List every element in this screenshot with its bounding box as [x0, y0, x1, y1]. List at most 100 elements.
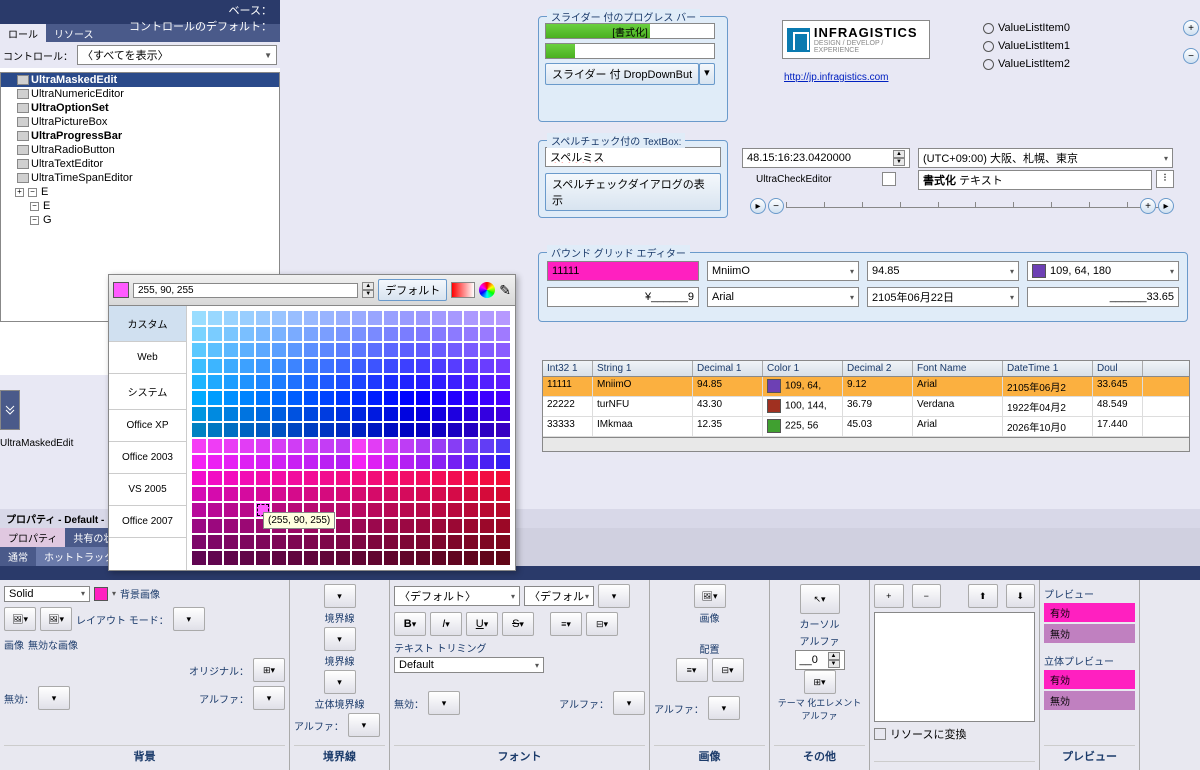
image-halign-button[interactable]: ≡▾	[676, 658, 708, 682]
color-cell[interactable]	[367, 502, 383, 518]
color-cell[interactable]	[399, 470, 415, 486]
color-cell[interactable]	[191, 502, 207, 518]
color-cell[interactable]	[255, 406, 271, 422]
color-cell[interactable]	[335, 326, 351, 342]
color-cell[interactable]	[351, 406, 367, 422]
color-cell[interactable]	[335, 422, 351, 438]
tab-resource[interactable]: リソース	[46, 24, 102, 42]
color-cell[interactable]	[479, 342, 495, 358]
collapse-handle[interactable]	[0, 390, 20, 430]
color-cell[interactable]	[463, 534, 479, 550]
font-disabled-button[interactable]: ▾	[428, 691, 460, 715]
color-cell[interactable]	[191, 550, 207, 566]
color-cell[interactable]	[207, 486, 223, 502]
slider-dropdown-button[interactable]: スライダー 付 DropDownBut ▾	[545, 63, 715, 85]
font-family-combo[interactable]: 〈デフォルト〉▾	[394, 586, 520, 606]
color-cell[interactable]	[415, 374, 431, 390]
color-cell[interactable]	[255, 326, 271, 342]
color-cell[interactable]	[367, 342, 383, 358]
color-cell[interactable]	[191, 310, 207, 326]
color-cell[interactable]	[415, 502, 431, 518]
double-field[interactable]: ______33.65	[1027, 287, 1179, 307]
color-cell[interactable]	[239, 502, 255, 518]
add-resource-button[interactable]: +	[874, 584, 904, 608]
color-cell[interactable]	[287, 358, 303, 374]
border-3d-button[interactable]: ▾	[324, 670, 356, 694]
color-cell[interactable]	[383, 358, 399, 374]
color-cell[interactable]	[495, 454, 511, 470]
color-cell[interactable]	[415, 342, 431, 358]
color-cell[interactable]	[479, 454, 495, 470]
color-cell[interactable]	[335, 534, 351, 550]
color-cell[interactable]	[367, 422, 383, 438]
color-cell[interactable]	[239, 438, 255, 454]
color-cell[interactable]	[495, 550, 511, 566]
color-cell[interactable]	[303, 550, 319, 566]
bold-button[interactable]: B▾	[394, 612, 426, 636]
color-cell[interactable]	[399, 502, 415, 518]
color-cell[interactable]	[207, 326, 223, 342]
color-cell[interactable]	[255, 422, 271, 438]
table-cell[interactable]: 22222	[543, 397, 593, 416]
remove-resource-button[interactable]: −	[912, 584, 942, 608]
table-cell[interactable]: 94.85	[693, 377, 763, 396]
date-dropdown[interactable]: 2105年06月22日▾	[867, 287, 1019, 307]
color-cell[interactable]	[223, 534, 239, 550]
color-cell[interactable]	[319, 486, 335, 502]
color-cell[interactable]	[255, 342, 271, 358]
color-cell[interactable]	[191, 342, 207, 358]
timespan-field[interactable]: 48.15:16:23.0420000 ▲▼	[742, 148, 910, 168]
color-cell[interactable]	[415, 310, 431, 326]
control-item[interactable]: UltraNumericEditor	[1, 87, 279, 101]
color-cell[interactable]	[367, 358, 383, 374]
color-cell[interactable]	[383, 486, 399, 502]
color-cell[interactable]	[383, 550, 399, 566]
color-cell[interactable]	[191, 390, 207, 406]
color-cell[interactable]	[367, 406, 383, 422]
table-cell[interactable]: 2026年10月0	[1003, 417, 1093, 436]
format-options-button[interactable]: ⁝	[1156, 170, 1174, 188]
table-cell[interactable]: 2105年06月2	[1003, 377, 1093, 396]
radio-item-2[interactable]: ValueListItem2	[983, 58, 1070, 70]
color-cell[interactable]	[399, 422, 415, 438]
color-cell[interactable]	[239, 470, 255, 486]
table-cell[interactable]: 33.645	[1093, 377, 1143, 396]
spinner[interactable]: ▲▼	[893, 150, 905, 166]
color-cell[interactable]	[319, 438, 335, 454]
color-cell[interactable]	[271, 358, 287, 374]
minus-button[interactable]: −	[1183, 48, 1199, 64]
color-cell[interactable]	[191, 406, 207, 422]
table-cell[interactable]: 45.03	[843, 417, 913, 436]
color-cell[interactable]	[463, 550, 479, 566]
color-cell[interactable]	[415, 518, 431, 534]
color-cell[interactable]	[207, 470, 223, 486]
color-cell[interactable]	[351, 486, 367, 502]
table-row[interactable]: 33333IMkmaa12.35225, 5645.03Arial2026年10…	[543, 417, 1189, 437]
color-cell[interactable]	[287, 422, 303, 438]
decimal-field[interactable]: 94.85▾	[867, 261, 1019, 281]
color-cell[interactable]	[319, 390, 335, 406]
color-cell[interactable]	[447, 486, 463, 502]
color-cell[interactable]	[399, 358, 415, 374]
checkbox[interactable]	[882, 172, 896, 186]
color-tab[interactable]: Office 2003	[109, 442, 186, 474]
slider-next-button[interactable]: ▸	[1158, 198, 1174, 214]
color-cell[interactable]	[351, 454, 367, 470]
color-cell[interactable]	[447, 518, 463, 534]
color-cell[interactable]	[495, 486, 511, 502]
color-cell[interactable]	[399, 374, 415, 390]
tree-node[interactable]: − E	[1, 199, 279, 213]
control-combo[interactable]: 〈すべてを表示〉▼	[77, 45, 277, 65]
color-cell[interactable]	[271, 486, 287, 502]
timezone-dropdown[interactable]: (UTC+09:00) 大阪、札幌、東京▾	[918, 148, 1173, 168]
border-button-2[interactable]: ▾	[324, 627, 356, 651]
color-cell[interactable]	[351, 310, 367, 326]
color-cell[interactable]	[463, 310, 479, 326]
color-cell[interactable]	[447, 470, 463, 486]
color-cell[interactable]	[495, 518, 511, 534]
color-cell[interactable]	[255, 550, 271, 566]
color-cell[interactable]	[431, 422, 447, 438]
color-cell[interactable]	[191, 438, 207, 454]
color-cell[interactable]	[287, 390, 303, 406]
color-cell[interactable]	[335, 518, 351, 534]
